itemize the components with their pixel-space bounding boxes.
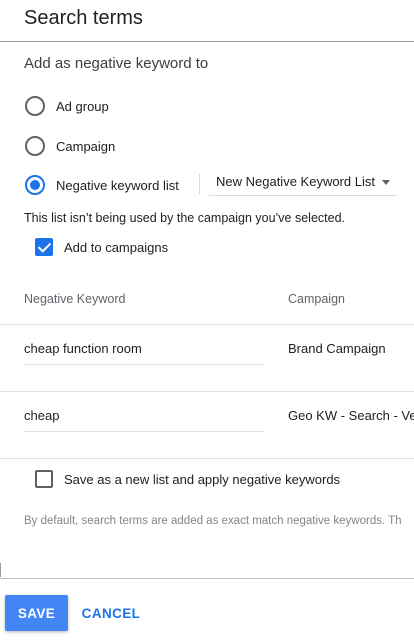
dialog-title: Search terms xyxy=(24,7,143,29)
save-new-list-option[interactable]: Save as a new list and apply negative ke… xyxy=(35,470,340,488)
keyword-value: cheap function room xyxy=(24,341,142,356)
radio-button-negative-keyword-list[interactable] xyxy=(25,175,45,195)
keyword-value: cheap xyxy=(24,408,60,423)
table-row: cheap Geo KW - Search - Ver xyxy=(0,392,414,459)
dialog-header: Search terms xyxy=(0,0,414,42)
divider xyxy=(199,174,200,194)
table-header: Negative Keyword Campaign xyxy=(0,280,414,325)
section-title: Add as negative keyword to xyxy=(24,55,209,72)
radio-button-campaign[interactable] xyxy=(25,136,45,156)
table-row: cheap function room Brand Campaign xyxy=(0,325,414,392)
caret-down-icon xyxy=(382,180,390,185)
match-type-footnote: By default, search terms are added as ex… xyxy=(24,515,402,527)
list-notice: This list isn’t being used by the campai… xyxy=(24,211,346,225)
keyword-field[interactable]: cheap function room xyxy=(24,325,264,365)
radio-option-negative-keyword-list[interactable]: Negative keyword list xyxy=(25,175,179,195)
scroll-edge-marker xyxy=(0,563,1,577)
radio-button-ad-group[interactable] xyxy=(25,96,45,116)
dropdown-selected-value: New Negative Keyword List xyxy=(216,174,375,189)
radio-label-negative-keyword-list: Negative keyword list xyxy=(56,177,179,193)
save-button[interactable]: SAVE xyxy=(5,595,68,631)
campaign-value: Geo KW - Search - Ver xyxy=(288,408,414,423)
keyword-field[interactable]: cheap xyxy=(24,392,264,432)
cancel-button[interactable]: CANCEL xyxy=(76,595,146,631)
column-header-campaign: Campaign xyxy=(288,292,345,306)
campaign-value: Brand Campaign xyxy=(288,341,386,356)
add-to-campaigns-checkbox[interactable] xyxy=(35,238,53,256)
radio-label-campaign: Campaign xyxy=(56,138,116,154)
column-header-keyword: Negative Keyword xyxy=(24,292,126,306)
add-to-campaigns-label: Add to campaigns xyxy=(64,239,169,255)
dialog-footer: SAVE CANCEL xyxy=(0,578,414,640)
radio-option-campaign[interactable]: Campaign xyxy=(25,136,115,156)
radio-option-ad-group[interactable]: Ad group xyxy=(25,96,109,116)
save-new-list-checkbox[interactable] xyxy=(35,470,53,488)
negative-keyword-list-dropdown[interactable]: New Negative Keyword List xyxy=(209,170,397,196)
radio-label-ad-group: Ad group xyxy=(56,98,109,114)
add-to-campaigns-option[interactable]: Add to campaigns xyxy=(35,238,168,256)
save-new-list-label: Save as a new list and apply negative ke… xyxy=(64,471,341,487)
